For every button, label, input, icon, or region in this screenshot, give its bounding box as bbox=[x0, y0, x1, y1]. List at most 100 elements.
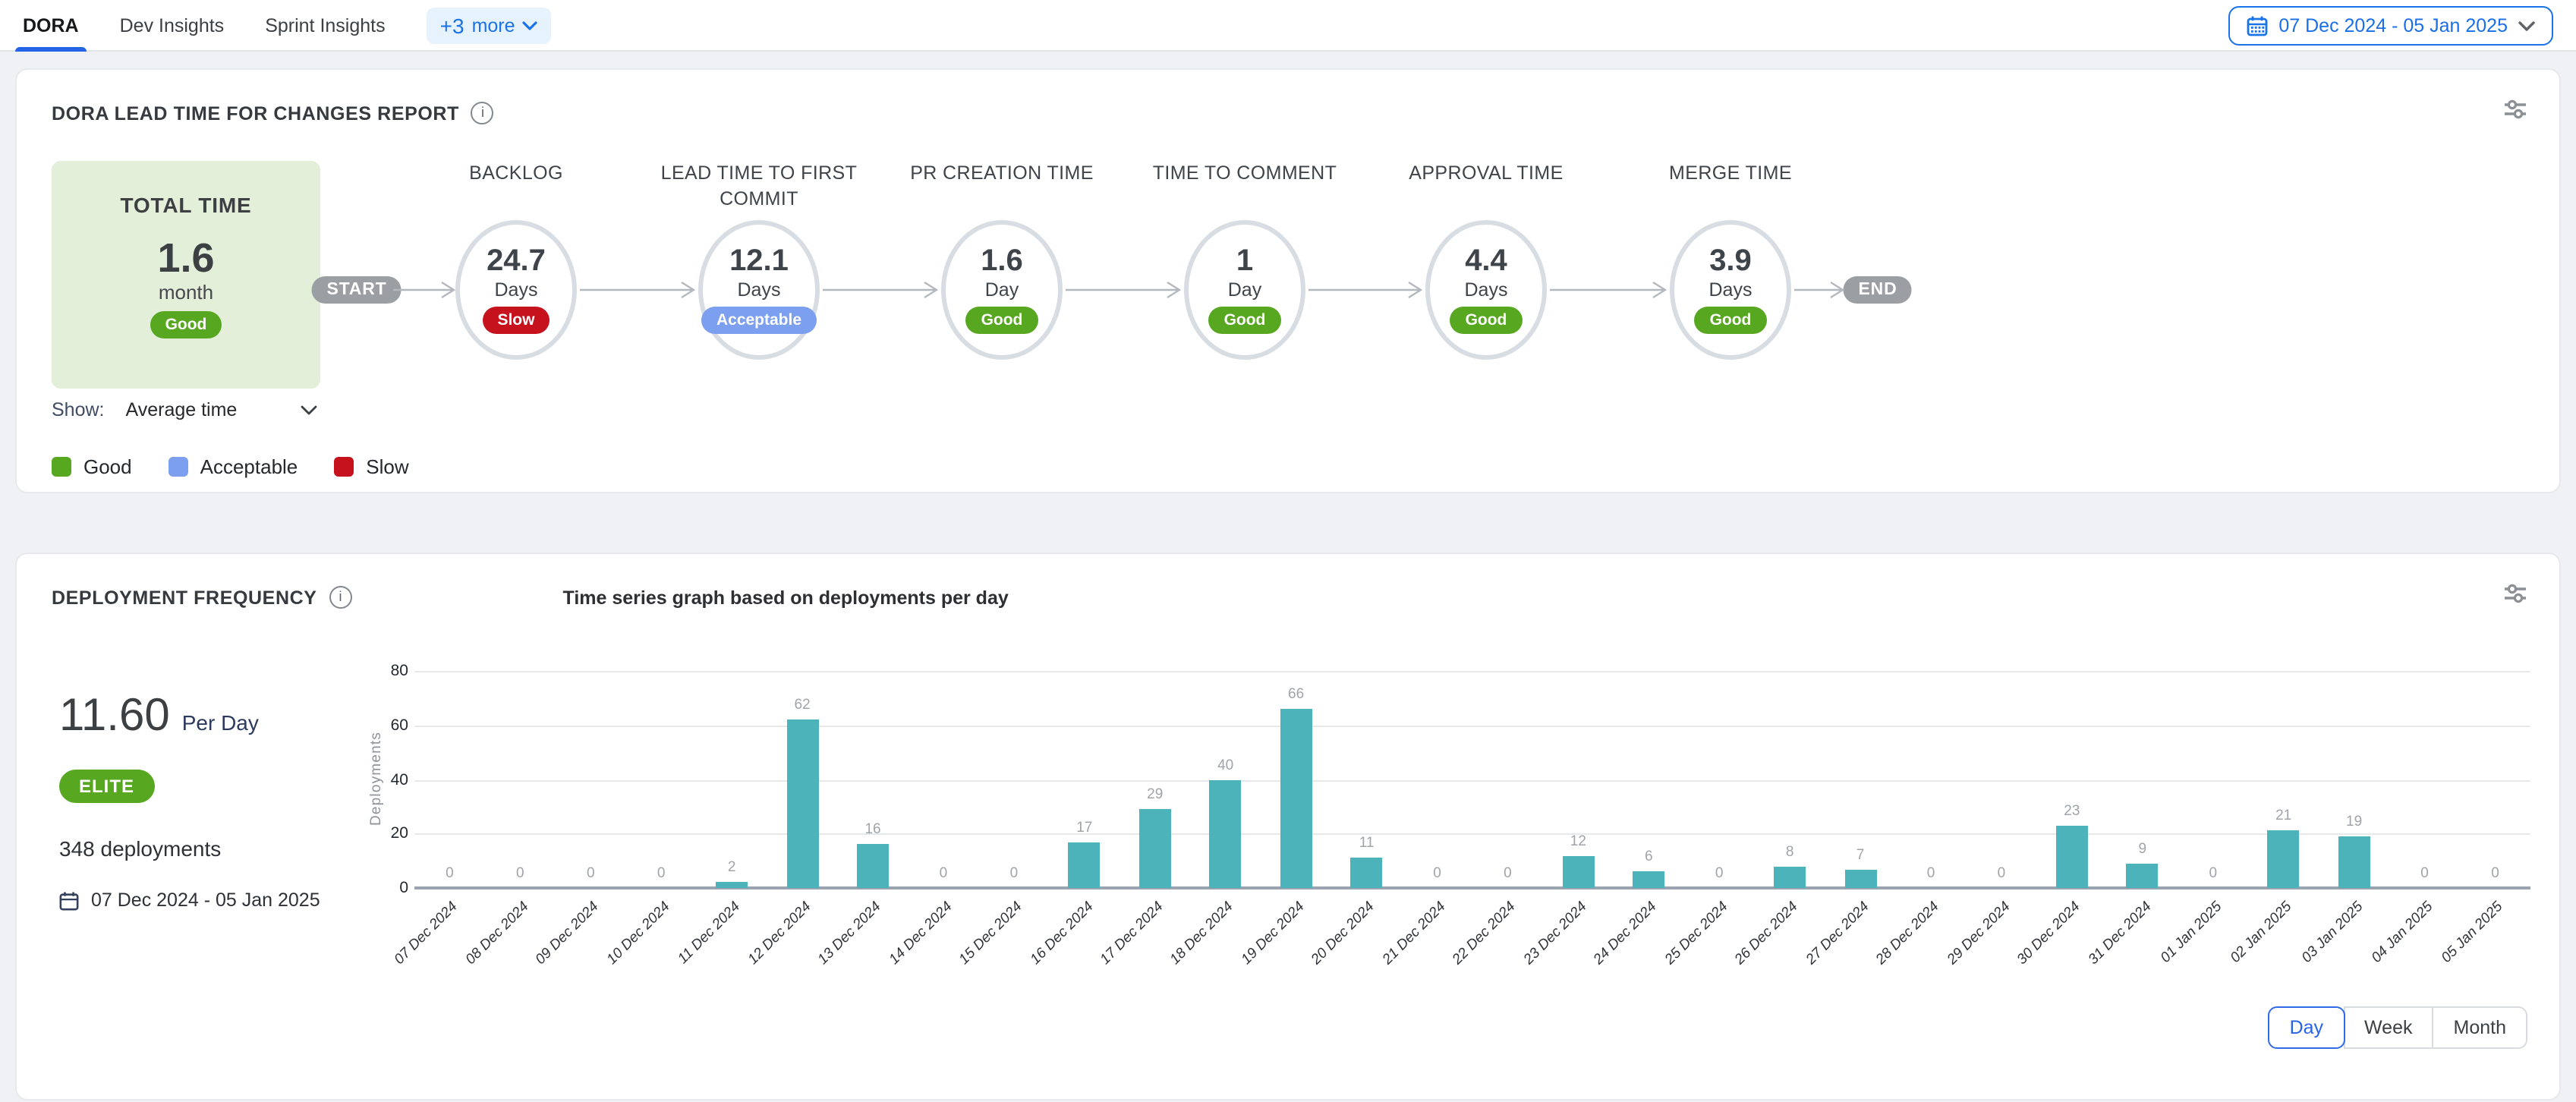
deployment-date-range-value: 07 Dec 2024 - 05 Jan 2025 bbox=[91, 889, 320, 911]
bar-value-label: 16 bbox=[864, 822, 880, 839]
deployments-bar-chart: 007 Dec 2024008 Dec 2024009 Dec 2024010 … bbox=[414, 671, 2530, 888]
stage-label: MERGE TIME bbox=[1609, 161, 1852, 213]
bar-column: 007 Dec 2024 bbox=[414, 671, 485, 888]
x-axis-tick: 30 Dec 2024 bbox=[2014, 899, 2084, 968]
deployment-bar[interactable] bbox=[1562, 855, 1594, 888]
flow-arrow bbox=[580, 279, 695, 301]
bar-column: 010 Dec 2024 bbox=[626, 671, 697, 888]
tab-sprint-insights[interactable]: Sprint Insights bbox=[265, 0, 385, 52]
bar-column: 029 Dec 2024 bbox=[1967, 671, 2037, 888]
legend-label: Slow bbox=[366, 455, 408, 478]
x-axis-tick: 09 Dec 2024 bbox=[533, 899, 603, 968]
bar-value-label: 23 bbox=[2064, 803, 2080, 820]
deployment-bar[interactable] bbox=[2338, 836, 2370, 888]
deployment-bar[interactable] bbox=[716, 883, 748, 888]
bar-value-label: 19 bbox=[2346, 814, 2362, 830]
stage-label: TIME TO COMMENT bbox=[1123, 161, 1366, 213]
more-label: more bbox=[472, 15, 515, 36]
granularity-toggle: DayWeekMonth bbox=[2269, 1006, 2527, 1049]
deployment-bar[interactable] bbox=[2268, 831, 2300, 888]
legend-item: Slow bbox=[334, 455, 408, 478]
stage-status-badge: Good bbox=[966, 307, 1038, 334]
x-axis-tick: 17 Dec 2024 bbox=[1097, 899, 1167, 968]
tier-badge: ELITE bbox=[59, 770, 154, 803]
lead-time-card: DORA LEAD TIME FOR CHANGES REPORT i TOTA… bbox=[15, 68, 2561, 493]
chart-settings-button[interactable] bbox=[2499, 580, 2532, 612]
granularity-week-button[interactable]: Week bbox=[2343, 1006, 2433, 1049]
x-axis-tick: 21 Dec 2024 bbox=[1379, 899, 1449, 968]
deployment-bar[interactable] bbox=[2127, 864, 2159, 888]
bar-column: 6212 Dec 2024 bbox=[767, 671, 838, 888]
deployment-bar[interactable] bbox=[1139, 809, 1171, 888]
deployment-bar[interactable] bbox=[1210, 779, 1242, 888]
bar-column: 014 Dec 2024 bbox=[909, 671, 979, 888]
chevron-down-icon bbox=[301, 405, 317, 415]
bar-value-label: 0 bbox=[2491, 865, 2499, 882]
flow-arrow bbox=[1550, 279, 1667, 301]
stage-status-badge: Slow bbox=[482, 307, 550, 334]
legend-label: Good bbox=[83, 455, 132, 478]
bar-value-label: 9 bbox=[2139, 841, 2147, 858]
bar-column: 015 Dec 2024 bbox=[978, 671, 1049, 888]
deployment-bar[interactable] bbox=[1633, 872, 1664, 888]
bar-value-label: 0 bbox=[1715, 865, 1724, 882]
stage-value-circle: 24.7DaysSlow bbox=[455, 220, 577, 360]
chart-settings-button[interactable] bbox=[2499, 96, 2532, 128]
flow-stage: BACKLOG24.7DaysSlow bbox=[395, 161, 638, 213]
x-axis-tick: 05 Jan 2025 bbox=[2439, 899, 2508, 967]
deployment-bar[interactable] bbox=[2056, 826, 2088, 888]
flow-arrow bbox=[1066, 279, 1181, 301]
bar-value-label: 0 bbox=[1433, 865, 1441, 882]
tab-dev-insights[interactable]: Dev Insights bbox=[120, 0, 225, 52]
date-range-picker[interactable]: 07 Dec 2024 - 05 Jan 2025 bbox=[2228, 6, 2553, 46]
deployment-bar[interactable] bbox=[857, 845, 889, 888]
stage-unit: Days bbox=[1709, 278, 1752, 302]
bar-column: 211 Dec 2024 bbox=[697, 671, 767, 888]
calendar-icon bbox=[2247, 15, 2268, 36]
bar-value-label: 0 bbox=[657, 865, 666, 882]
flow-arrow bbox=[1794, 279, 1844, 301]
legend-item: Good bbox=[52, 455, 132, 478]
deployment-bar[interactable] bbox=[1069, 842, 1101, 888]
stage-label: PR CREATION TIME bbox=[880, 161, 1123, 213]
x-axis-tick: 26 Dec 2024 bbox=[1732, 899, 1802, 968]
granularity-day-button[interactable]: Day bbox=[2269, 1006, 2345, 1049]
bar-value-label: 0 bbox=[516, 865, 524, 882]
x-axis-tick: 02 Jan 2025 bbox=[2228, 899, 2296, 967]
deployment-bar[interactable] bbox=[786, 719, 818, 888]
granularity-month-button[interactable]: Month bbox=[2433, 1006, 2528, 1049]
status-legend: Good Acceptable Slow bbox=[52, 455, 409, 478]
stage-unit: Day bbox=[985, 278, 1019, 302]
info-icon[interactable]: i bbox=[329, 586, 352, 609]
stage-value: 24.7 bbox=[487, 246, 546, 278]
total-time-card: TOTAL TIME 1.6 month Good bbox=[52, 161, 320, 389]
x-axis-tick: 11 Dec 2024 bbox=[675, 899, 744, 968]
stage-value: 1 bbox=[1236, 246, 1253, 278]
bar-column: 2917 Dec 2024 bbox=[1120, 671, 1190, 888]
info-icon[interactable]: i bbox=[471, 102, 494, 124]
x-axis-tick: 18 Dec 2024 bbox=[1168, 899, 1238, 968]
deployment-bar[interactable] bbox=[1844, 869, 1876, 888]
x-axis-tick: 07 Dec 2024 bbox=[392, 899, 461, 968]
top-bar: DORA Dev Insights Sprint Insights +3 mor… bbox=[0, 0, 2576, 52]
stage-status-badge: Good bbox=[1695, 307, 1767, 334]
deployment-bar[interactable] bbox=[1774, 866, 1806, 888]
deployment-rate-unit: Per Day bbox=[182, 710, 259, 735]
deployment-bar[interactable] bbox=[1351, 858, 1383, 888]
tab-dora[interactable]: DORA bbox=[23, 0, 79, 52]
stage-value: 12.1 bbox=[729, 246, 789, 278]
show-metric-dropdown[interactable]: Show: Average time bbox=[52, 399, 317, 420]
deployment-bar[interactable] bbox=[1280, 709, 1312, 888]
bar-value-label: 0 bbox=[587, 865, 595, 882]
sliders-icon bbox=[2502, 583, 2529, 604]
x-axis-tick: 22 Dec 2024 bbox=[1450, 899, 1519, 968]
bar-column: 021 Dec 2024 bbox=[1402, 671, 1472, 888]
stage-value-circle: 1.6DayGood bbox=[941, 220, 1063, 360]
legend-item: Acceptable bbox=[168, 455, 298, 478]
stage-unit: Day bbox=[1228, 278, 1261, 302]
stage-status-badge: Good bbox=[1450, 307, 1523, 334]
x-axis-tick: 25 Dec 2024 bbox=[1661, 899, 1731, 968]
x-axis-tick: 16 Dec 2024 bbox=[1027, 899, 1097, 968]
bar-value-label: 29 bbox=[1147, 786, 1163, 803]
more-tabs-dropdown[interactable]: +3 more bbox=[427, 8, 552, 44]
